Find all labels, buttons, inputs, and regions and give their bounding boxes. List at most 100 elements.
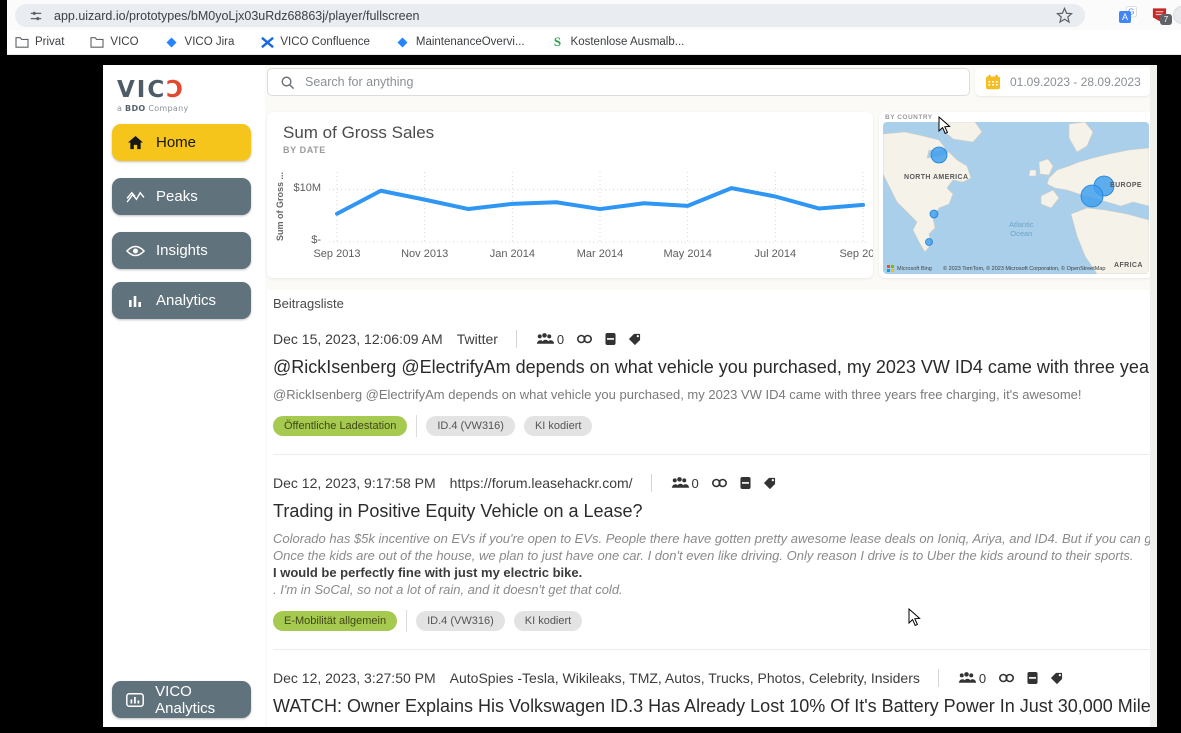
post-date: Dec 12, 2023, 9:17:58 PM — [273, 475, 436, 491]
scrollbar-track[interactable] — [1150, 65, 1157, 727]
app-window: VICƆ a BDO Company Home Peaks Insights A… — [103, 65, 1157, 727]
browser-chrome: app.uizard.io/prototypes/bM0yoLjx03uRdz6… — [7, 0, 1181, 55]
bookmark-item[interactable]: MaintenanceOvervi... — [396, 35, 525, 49]
date-range-text: 01.09.2023 - 28.09.2023 — [1010, 75, 1141, 89]
bookmark-label: Privat — [35, 36, 64, 48]
x-tick-label: Sep 2013 — [313, 248, 360, 260]
book-icon[interactable] — [740, 476, 751, 490]
translate-icon[interactable]: GA — [1119, 6, 1137, 24]
sidebar-item-label: Peaks — [156, 188, 198, 205]
extension-icon[interactable]: 7 — [1150, 5, 1168, 23]
search-icon — [278, 73, 296, 91]
bookmark-icon — [15, 35, 29, 49]
bookmark-item[interactable]: Privat — [15, 35, 64, 49]
bookmark-item[interactable]: VICO Jira — [165, 35, 235, 49]
link-icon[interactable] — [998, 672, 1015, 684]
audience-count-value: 0 — [557, 332, 564, 347]
vico-logo: VICƆ a BDO Company — [117, 77, 189, 113]
book-icon[interactable] — [1027, 671, 1038, 685]
extension-badge: 7 — [1160, 14, 1172, 25]
tag-icon[interactable] — [763, 477, 776, 490]
tag-icon[interactable] — [628, 333, 641, 346]
site-settings-icon[interactable] — [27, 7, 45, 25]
post-date: Dec 12, 2023, 3:27:50 PM — [273, 670, 436, 686]
post-source[interactable]: AutoSpies -Tesla, Wikileaks, TMZ, Autos,… — [450, 670, 920, 686]
tag-icon[interactable] — [1050, 672, 1063, 685]
audience-count[interactable]: 0 — [535, 332, 564, 347]
bookmark-item[interactable]: VICO Confluence — [260, 35, 370, 49]
post-title[interactable]: WATCH: Owner Explains His Volkswagen ID.… — [273, 696, 1150, 717]
gross-sales-chart-card: Sum of Gross Sales BY DATE Sum of Gross … — [267, 112, 873, 278]
microsoft-logo-icon — [887, 265, 894, 272]
map-bubble-usa[interactable] — [930, 210, 938, 218]
profile-avatar[interactable] — [1173, 6, 1181, 24]
audience-count[interactable]: 0 — [957, 671, 986, 686]
post-title[interactable]: @RickIsenberg @ElectrifyAm depends on wh… — [273, 357, 1150, 378]
posts-section: Beitragsliste Dec 15, 2023, 12:06:09 AM … — [267, 290, 1150, 727]
post-item[interactable]: Dec 15, 2023, 12:06:09 AM Twitter 0 — [273, 330, 1150, 437]
map-bubble-canada[interactable] — [931, 147, 947, 163]
sidebar-item[interactable]: Home — [112, 124, 251, 161]
bookmark-label: Kostenlose Ausmalb... — [571, 36, 685, 48]
sidebar-item[interactable]: Peaks — [112, 178, 251, 215]
bookmark-label: MaintenanceOvervi... — [416, 36, 525, 48]
audience-count[interactable]: 0 — [670, 476, 699, 491]
post-date: Dec 15, 2023, 12:06:09 AM — [273, 331, 443, 347]
sales-line-chart — [329, 168, 869, 246]
post-body-line: . I'm in SoCal, so not a lot of rain, an… — [273, 581, 1150, 598]
post-body: Colorado has $5k incentive on EVs if you… — [273, 530, 1150, 598]
sidebar-item[interactable]: Analytics — [112, 282, 251, 319]
meta-divider — [516, 330, 517, 348]
post-meta: Dec 12, 2023, 3:27:50 PM AutoSpies -Tesl… — [273, 669, 1150, 687]
bookmark-item[interactable]: VICO — [90, 35, 138, 49]
tag-pill[interactable]: KI kodiert — [514, 611, 582, 631]
sidebar-item-vico-analytics[interactable]: VICO Analytics — [112, 681, 251, 718]
bookmark-item[interactable]: S Kostenlose Ausmalb... — [551, 35, 685, 49]
bookmarks-bar: Privat VICO VICO Jira VICO Confluence Ma… — [7, 30, 1181, 55]
tag-pill[interactable] — [416, 415, 417, 437]
sidebar-item[interactable]: Insights — [112, 232, 251, 269]
bookmark-star-icon[interactable] — [1055, 6, 1073, 24]
bookmark-icon — [90, 35, 104, 49]
x-tick-label: Sep 2014 — [839, 248, 873, 260]
url-text: app.uizard.io/prototypes/bM0yoLjx03uRdz6… — [54, 9, 420, 23]
people-icon — [957, 671, 976, 685]
map-label-ocean: Atlantic Ocean — [1009, 220, 1034, 238]
link-icon[interactable] — [576, 333, 593, 345]
post-meta: Dec 15, 2023, 12:06:09 AM Twitter 0 — [273, 330, 1150, 348]
sidebar-footer-label: VICO Analytics — [155, 683, 251, 717]
sidebar-item-icon — [125, 134, 145, 152]
omnibox-row: app.uizard.io/prototypes/bM0yoLjx03uRdz6… — [7, 0, 1181, 30]
chart-subtitle: BY DATE — [283, 145, 326, 155]
map-label-europe: EUROPE — [1110, 182, 1142, 189]
tag-pill[interactable]: ID.4 (VW316) — [426, 416, 515, 436]
tag-pill[interactable] — [406, 610, 407, 632]
date-range-picker[interactable]: 01.09.2023 - 28.09.2023 ⌄ — [975, 68, 1151, 96]
people-icon — [670, 476, 689, 490]
post-tags: E-Mobilität allgemein ID.4 (VW316) KI ko… — [273, 610, 1150, 632]
search-input[interactable] — [305, 75, 959, 89]
link-icon[interactable] — [711, 477, 728, 489]
sidebar: VICƆ a BDO Company Home Peaks Insights A… — [103, 65, 265, 727]
world-map[interactable]: NORTH AMERICA EUROPE AFRICA Atlantic Oce… — [883, 122, 1149, 274]
tag-pill[interactable]: Öffentliche Ladestation — [273, 416, 407, 436]
tag-pill[interactable]: E-Mobilität allgemein — [273, 611, 397, 631]
map-bubble-mexico[interactable] — [926, 239, 933, 246]
search-bar[interactable] — [267, 68, 970, 96]
url-bar[interactable]: app.uizard.io/prototypes/bM0yoLjx03uRdz6… — [15, 4, 1085, 27]
y-tick-zero: $- — [281, 234, 321, 246]
post-item[interactable]: Dec 12, 2023, 9:17:58 PM https://forum.l… — [273, 474, 1150, 632]
post-body: @RickIsenberg @ElectrifyAm depends on wh… — [273, 386, 1150, 403]
tag-pill[interactable]: KI kodiert — [524, 416, 592, 436]
post-title[interactable]: Trading in Positive Equity Vehicle on a … — [273, 501, 1150, 522]
book-icon[interactable] — [605, 332, 616, 346]
map-bubble-france[interactable] — [1081, 185, 1103, 207]
post-source[interactable]: https://forum.leasehackr.com/ — [450, 475, 633, 491]
post-source[interactable]: Twitter — [457, 331, 498, 347]
y-tick-10m: $10M — [281, 182, 321, 194]
bookmark-icon: S — [551, 35, 565, 49]
post-item[interactable]: Dec 12, 2023, 3:27:50 PM AutoSpies -Tesl… — [273, 669, 1150, 727]
x-tick-label: Mar 2014 — [577, 248, 623, 260]
map-svg — [883, 122, 1149, 274]
tag-pill[interactable]: ID.4 (VW316) — [416, 611, 505, 631]
